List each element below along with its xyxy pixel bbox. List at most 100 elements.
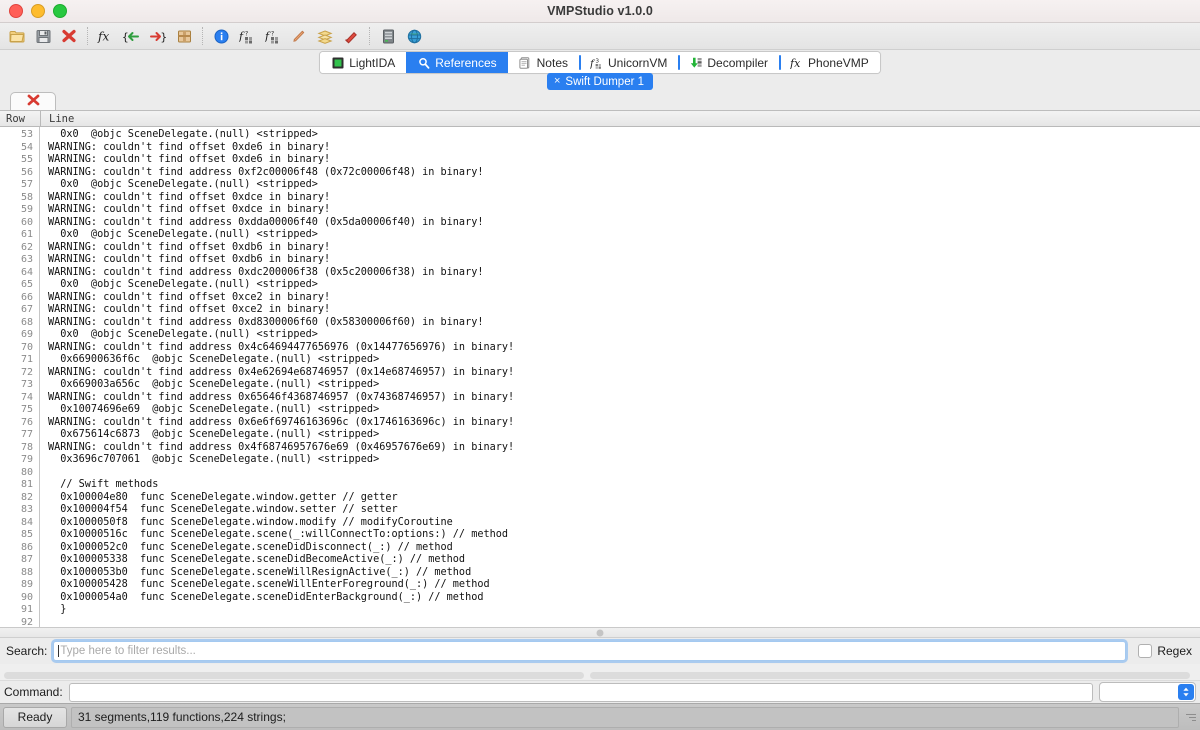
line-number: 86 (20, 541, 33, 553)
result-line[interactable]: WARNING: couldn't find offset 0xce2 in b… (48, 292, 1200, 305)
result-line[interactable]: 0x0 @objc SceneDelegate.(null) <stripped… (48, 279, 1200, 292)
text-caret (58, 645, 60, 657)
result-line[interactable]: 0x1000054a0 func SceneDelegate.sceneDidE… (48, 592, 1200, 605)
result-line[interactable]: 0x100004f54 func SceneDelegate.window.se… (48, 504, 1200, 517)
column-header-row[interactable]: Row (0, 113, 40, 125)
line-number: 85 (20, 529, 33, 540)
splitter-grip[interactable] (596, 629, 604, 636)
tab-references[interactable]: References (406, 52, 508, 73)
document-tab[interactable] (10, 92, 56, 110)
line-number: 84 (20, 516, 33, 528)
line-number: 58 (20, 191, 33, 203)
stepper-icon[interactable] (1178, 684, 1194, 700)
window-resize-grip[interactable] (1183, 710, 1197, 724)
result-line[interactable]: 0x0 @objc SceneDelegate.(null) <stripped… (48, 179, 1200, 192)
result-line[interactable]: WARNING: couldn't find offset 0xce2 in b… (48, 304, 1200, 317)
horizontal-scrollbar-row[interactable] (0, 664, 1200, 681)
svg-text:?: ? (245, 30, 248, 37)
layers-icon[interactable] (312, 25, 338, 47)
note-icon (519, 56, 532, 69)
result-line[interactable]: 0x1000053b0 func SceneDelegate.sceneWill… (48, 567, 1200, 580)
result-line[interactable]: WARNING: couldn't find offset 0xde6 in b… (48, 154, 1200, 167)
result-line[interactable]: 0x675614c6873 @objc SceneDelegate.(null)… (48, 429, 1200, 442)
sub-tab-swift-dumper[interactable]: × Swift Dumper 1 (546, 73, 654, 90)
command-combo[interactable] (1099, 682, 1196, 702)
server-icon[interactable] (375, 25, 401, 47)
script-run-icon[interactable]: ƒ? (234, 25, 260, 47)
result-line[interactable]: 0x1000050f8 func SceneDelegate.window.mo… (48, 517, 1200, 530)
result-line[interactable]: WARNING: couldn't find offset 0xdb6 in b… (48, 242, 1200, 255)
pencil-icon[interactable] (286, 25, 312, 47)
result-line[interactable]: WARNING: couldn't find address 0xdc20000… (48, 267, 1200, 280)
result-line[interactable]: 0x669003a656c @objc SceneDelegate.(null)… (48, 379, 1200, 392)
result-line[interactable]: WARNING: couldn't find address 0x4c64694… (48, 342, 1200, 355)
column-header-line[interactable]: Line (41, 113, 74, 125)
eraser-icon[interactable] (338, 25, 364, 47)
tab-phonevmp[interactable]: fx PhoneVMP (779, 52, 880, 73)
result-line[interactable]: 0x100005428 func SceneDelegate.sceneWill… (48, 579, 1200, 592)
tab-notes[interactable]: Notes (507, 52, 579, 73)
result-line[interactable]: WARNING: couldn't find address 0xf2c0000… (48, 167, 1200, 180)
script-debug-icon[interactable]: ƒ? (260, 25, 286, 47)
line-number: 92 (20, 616, 33, 628)
result-line[interactable]: 0x100004e80 func SceneDelegate.window.ge… (48, 492, 1200, 505)
line-number: 76 (20, 416, 33, 428)
result-line[interactable]: 0x0 @objc SceneDelegate.(null) <stripped… (48, 129, 1200, 142)
result-line[interactable]: 0x100005338 func SceneDelegate.sceneDidB… (48, 554, 1200, 567)
close-window-button[interactable] (9, 4, 23, 18)
zoom-window-button[interactable] (53, 4, 67, 18)
search-input[interactable]: Type here to filter results... (53, 641, 1127, 661)
horizontal-scrollbar-right[interactable] (590, 672, 1190, 679)
result-line[interactable]: WARNING: couldn't find address 0x4f68746… (48, 442, 1200, 455)
close-red-x-icon[interactable] (56, 25, 82, 47)
results-list[interactable]: 53 54 55 56 57 58 59 60 61 62 63 64 65 66 67 68 69 70 71 72… (0, 127, 1200, 628)
tab-unicornvm[interactable]: ƒ3 UnicornVM (579, 52, 679, 73)
result-line[interactable]: 0x10074696e69 @objc SceneDelegate.(null)… (48, 404, 1200, 417)
info-icon[interactable] (208, 25, 234, 47)
jump-back-icon[interactable]: { (119, 25, 145, 47)
horizontal-scrollbar-left[interactable] (4, 672, 584, 679)
line-text-column[interactable]: 0x0 @objc SceneDelegate.(null) <stripped… (40, 127, 1200, 627)
column-header: Row Line (0, 111, 1200, 127)
result-line[interactable]: WARNING: couldn't find address 0xd830000… (48, 317, 1200, 330)
line-number: 80 (20, 466, 33, 478)
result-line[interactable] (48, 617, 1200, 628)
result-line[interactable]: WARNING: couldn't find offset 0xdce in b… (48, 192, 1200, 205)
function-fx-icon[interactable]: fx (93, 25, 119, 47)
result-line[interactable]: WARNING: couldn't find address 0x4e62694… (48, 367, 1200, 380)
open-folder-icon[interactable] (4, 25, 30, 47)
tab-lightida[interactable]: LightIDA (320, 52, 407, 73)
result-line[interactable]: 0x0 @objc SceneDelegate.(null) <stripped… (48, 329, 1200, 342)
result-line[interactable]: 0x10000516c func SceneDelegate.scene(_:w… (48, 529, 1200, 542)
jump-forward-icon[interactable]: } (145, 25, 171, 47)
command-input[interactable] (68, 682, 1093, 702)
result-line[interactable]: WARNING: couldn't find address 0xdda0000… (48, 217, 1200, 230)
result-line[interactable]: } (48, 604, 1200, 617)
result-line[interactable] (48, 467, 1200, 480)
pane-splitter[interactable] (0, 628, 1200, 638)
minimize-window-button[interactable] (31, 4, 45, 18)
result-line[interactable]: WARNING: couldn't find offset 0xde6 in b… (48, 142, 1200, 155)
result-line[interactable]: WARNING: couldn't find offset 0xdb6 in b… (48, 254, 1200, 267)
regex-checkbox[interactable] (1138, 644, 1153, 658)
result-line[interactable]: 0x1000052c0 func SceneDelegate.sceneDidD… (48, 542, 1200, 555)
result-line[interactable]: 0x3696c707061 @objc SceneDelegate.(null)… (48, 454, 1200, 467)
close-icon[interactable]: × (554, 76, 560, 87)
tab-decompiler[interactable]: Decompiler (678, 52, 780, 73)
tab-label: PhoneVMP (808, 55, 869, 70)
close-red-x-icon[interactable] (27, 93, 40, 111)
result-line[interactable]: // Swift methods (48, 479, 1200, 492)
result-line[interactable]: WARNING: couldn't find offset 0xdce in b… (48, 204, 1200, 217)
svg-text:}: } (161, 31, 168, 44)
line-number: 53 (20, 129, 33, 140)
result-line[interactable]: WARNING: couldn't find address 0x6e6f697… (48, 417, 1200, 430)
result-line[interactable]: 0x0 @objc SceneDelegate.(null) <stripped… (48, 229, 1200, 242)
result-line[interactable]: 0x66900636f6c @objc SceneDelegate.(null)… (48, 354, 1200, 367)
regex-label[interactable]: Regex (1157, 644, 1192, 658)
save-icon[interactable] (30, 25, 56, 47)
package-icon[interactable] (171, 25, 197, 47)
result-line[interactable]: WARNING: couldn't find address 0x65646f4… (48, 392, 1200, 405)
globe-icon[interactable] (401, 25, 427, 47)
line-number: 68 (20, 316, 33, 328)
regex-checkbox-group[interactable]: Regex (1138, 644, 1192, 658)
